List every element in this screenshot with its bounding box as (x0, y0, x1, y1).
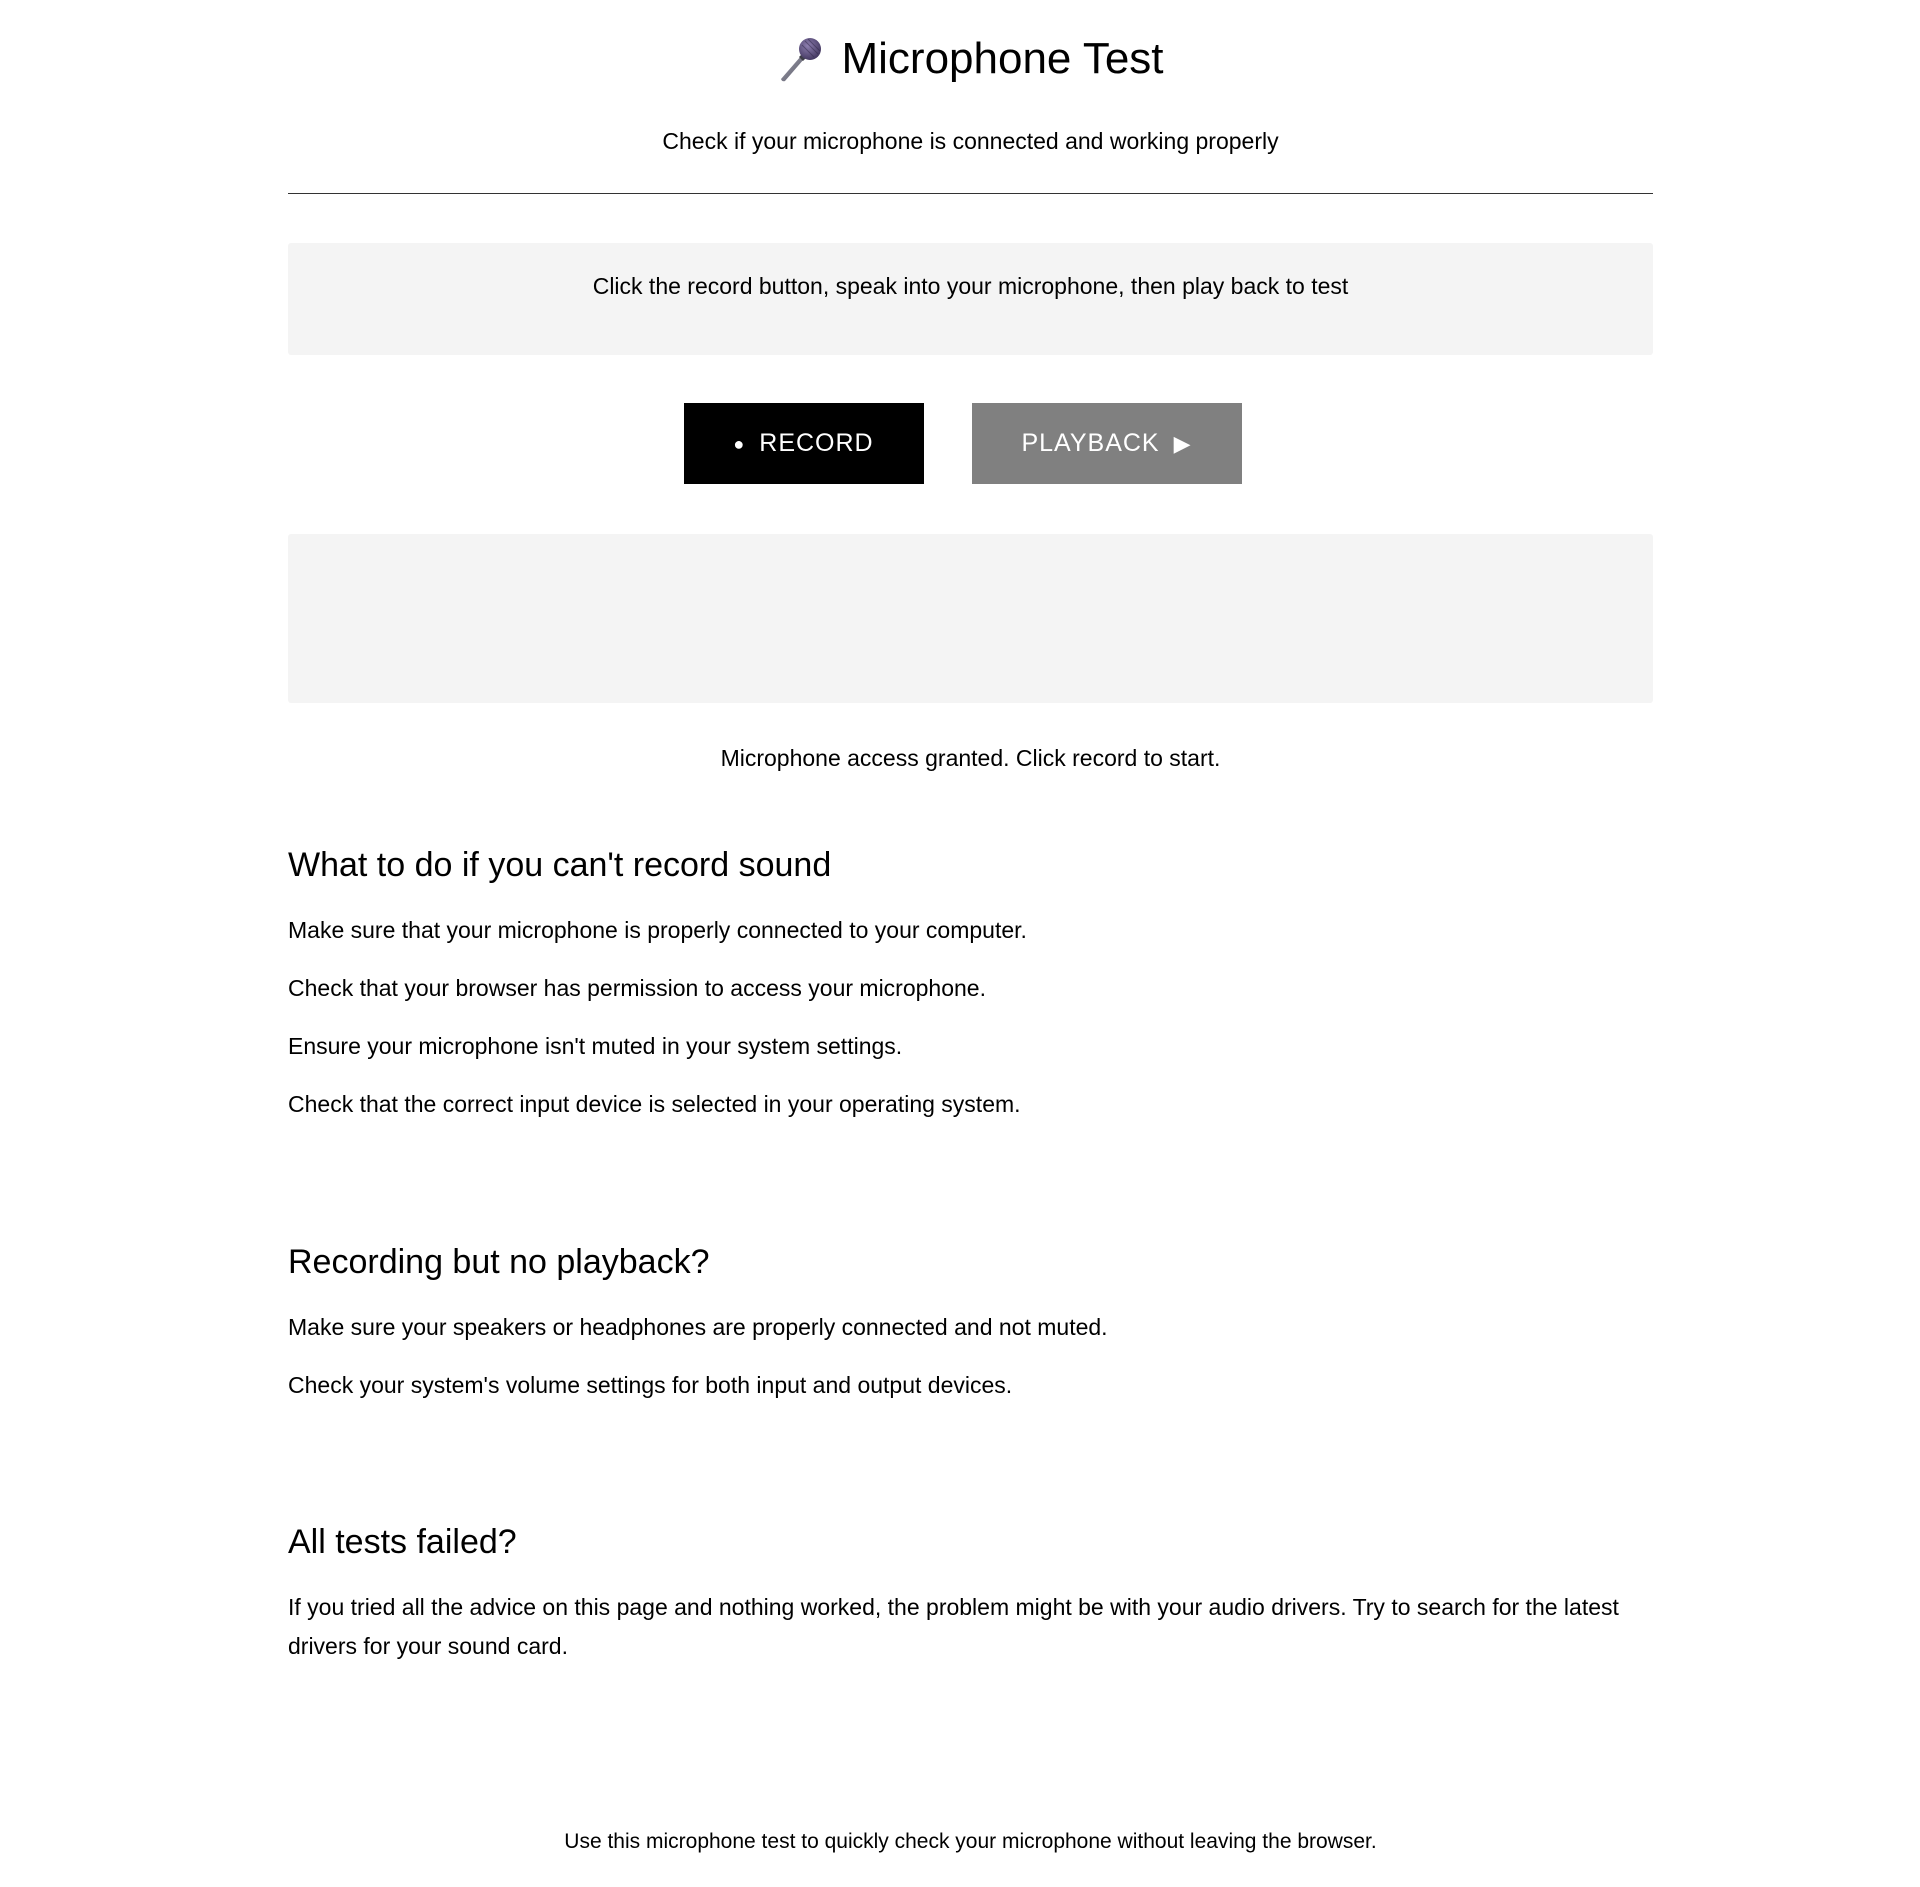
playback-button[interactable]: PLAYBACK ▶ (971, 403, 1242, 484)
page-container: Microphone Test Check if your microphone… (288, 0, 1653, 1853)
instruction-panel: Click the record button, speak into your… (288, 243, 1653, 355)
record-button-label: RECORD (759, 429, 874, 457)
instruction-text: Click the record button, speak into your… (592, 273, 1349, 299)
audio-visualizer (288, 534, 1653, 703)
section-heading: All tests failed? (288, 1523, 517, 1561)
section-paragraph: Check that the correct input device is s… (288, 1091, 1021, 1117)
section-paragraph: If you tried all the advice on this page… (288, 1594, 1619, 1659)
section-heading: Recording but no playback? (288, 1243, 710, 1281)
status-message: Microphone access granted. Click record … (720, 745, 1221, 771)
recorder-controls: ● RECORD PLAYBACK ▶ (288, 403, 1653, 484)
section-paragraph: Make sure that your microphone is proper… (288, 917, 1027, 943)
section-heading: What to do if you can't record sound (288, 846, 832, 884)
playback-button-label: PLAYBACK (1021, 429, 1160, 457)
page-header: Microphone Test Check if your microphone… (288, 0, 1653, 156)
record-dot-icon: ● (733, 433, 746, 454)
page-subtitle: Check if your microphone is connected an… (662, 128, 1279, 154)
troubleshoot-section-all-failed: All tests failed? If you tried all the a… (288, 1521, 1653, 1666)
title-row: Microphone Test (288, 30, 1653, 88)
header-divider (288, 193, 1653, 194)
page-footer: Use this microphone test to quickly chec… (564, 1830, 1377, 1853)
section-paragraph: Make sure your speakers or headphones ar… (288, 1314, 1108, 1340)
play-icon: ▶ (1173, 430, 1192, 456)
record-button[interactable]: ● RECORD (683, 403, 924, 484)
section-paragraph: Check your system's volume settings for … (288, 1372, 1013, 1398)
section-paragraph: Ensure your microphone isn't muted in yo… (288, 1033, 903, 1059)
section-paragraph: Check that your browser has permission t… (288, 975, 986, 1001)
troubleshoot-section-no-sound: What to do if you can't record sound Mak… (288, 844, 1653, 1147)
microphone-icon (777, 36, 823, 82)
troubleshoot-section-no-playback: Recording but no playback? Make sure you… (288, 1241, 1653, 1428)
page-title: Microphone Test (841, 34, 1164, 83)
